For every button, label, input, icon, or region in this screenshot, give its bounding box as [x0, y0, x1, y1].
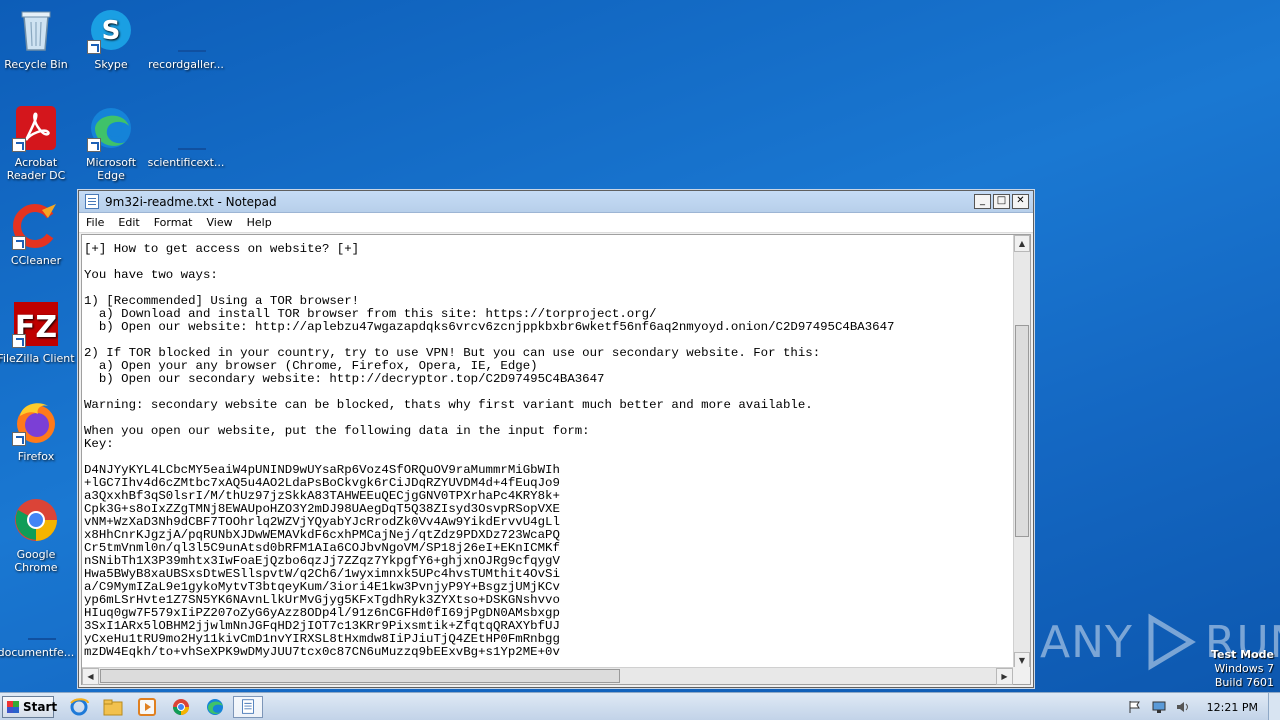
flag-icon[interactable]	[1127, 700, 1143, 714]
notepad-taskbar-icon	[242, 699, 254, 714]
desktop-icon-recordgallery[interactable]: recordgaller...	[147, 6, 225, 71]
test-mode-line3: Build 7601	[1214, 676, 1274, 689]
taskbar: Start 12:21 PM	[0, 692, 1280, 720]
maximize-button[interactable]: □	[993, 194, 1010, 209]
chrome-icon	[12, 496, 60, 544]
shortcut-arrow-icon	[87, 40, 101, 54]
desktop-icon-skype[interactable]: S Skype	[72, 6, 150, 71]
text-line: b) Open our secondary website: http://de…	[84, 372, 605, 386]
desktop-icon-firefox[interactable]: Firefox	[0, 398, 75, 463]
volume-icon[interactable]	[1175, 700, 1191, 714]
text-line: Key:	[84, 437, 114, 451]
menu-format[interactable]: Format	[147, 216, 200, 229]
menu-edit[interactable]: Edit	[111, 216, 146, 229]
scroll-right-arrow-icon[interactable]: ▶	[996, 668, 1013, 685]
shortcut-arrow-icon	[12, 236, 26, 250]
horizontal-scroll-thumb[interactable]	[100, 669, 620, 683]
text-line	[84, 256, 1013, 269]
file-explorer-icon[interactable]	[102, 697, 124, 717]
window-title: 9m32i-readme.txt - Notepad	[105, 194, 277, 209]
shortcut-arrow-icon	[87, 138, 101, 152]
start-button[interactable]: Start	[2, 696, 57, 718]
desktop-icon-label: documentfe...	[0, 646, 75, 659]
desktop-icon-label: Recycle Bin	[4, 58, 68, 71]
clock[interactable]: 12:21 PM	[1207, 701, 1258, 714]
firefox-icon	[12, 398, 60, 446]
blank-file-icon	[12, 594, 60, 642]
internet-explorer-icon[interactable]	[68, 697, 90, 717]
desktop-icon-chrome[interactable]: Google Chrome	[0, 496, 75, 574]
desktop-icon-documentfe[interactable]: documentfe...	[0, 594, 75, 659]
notepad-window: 9m32i-readme.txt - Notepad _ □ ✕ File Ed…	[78, 190, 1034, 688]
menu-view[interactable]: View	[200, 216, 240, 229]
desktop-icon-edge[interactable]: Microsoft Edge	[72, 104, 150, 182]
desktop-icon-scientificext[interactable]: scientificext...	[147, 104, 225, 169]
desktop-icon-label: Skype	[94, 58, 128, 71]
show-desktop-button[interactable]	[1268, 693, 1280, 720]
desktop-icon-label: FileZilla Client	[0, 352, 75, 365]
skype-icon: S	[87, 6, 135, 54]
text-line: [+] How to get access on website? [+]	[84, 243, 360, 256]
system-tray: 12:21 PM	[1123, 693, 1280, 720]
desktop-icon-label: Firefox	[17, 450, 55, 463]
title-bar[interactable]: 9m32i-readme.txt - Notepad _ □ ✕	[79, 191, 1033, 213]
test-mode-line1: Test Mode	[1211, 648, 1274, 661]
vertical-scroll-thumb[interactable]	[1015, 325, 1029, 537]
blank-file-icon	[162, 6, 210, 54]
text-line: Warning: secondary website can be blocke…	[84, 398, 813, 412]
text-line: When you open our website, put the follo…	[84, 424, 590, 438]
minimize-button[interactable]: _	[974, 194, 991, 209]
notepad-icon	[85, 194, 99, 209]
test-mode-notice: Test Mode Windows 7 Build 7601	[1211, 648, 1274, 690]
media-player-icon[interactable]	[136, 697, 158, 717]
edge-icon	[87, 104, 135, 152]
shortcut-arrow-icon	[12, 432, 26, 446]
vertical-scrollbar[interactable]: ▲ ▼	[1013, 235, 1030, 669]
text-editor[interactable]: [+] How to get access on website? [+] You…	[81, 234, 1031, 685]
desktop-icon-label: Google Chrome	[14, 548, 58, 574]
text-line: mzDW4Eqkh/to+vhSeXPK9wDMyJUU7tcx0c87CN6u…	[84, 645, 560, 659]
edge-taskbar-icon[interactable]	[204, 697, 226, 717]
shortcut-arrow-icon	[12, 334, 26, 348]
menu-help[interactable]: Help	[240, 216, 279, 229]
acrobat-icon	[12, 104, 60, 152]
text-line: You have two ways:	[84, 268, 218, 282]
svg-text:S: S	[102, 16, 121, 46]
desktop-icon-ccleaner[interactable]: CCleaner	[0, 202, 75, 267]
shortcut-arrow-icon	[12, 138, 26, 152]
menu-file[interactable]: File	[79, 216, 111, 229]
chrome-taskbar-icon[interactable]	[170, 697, 192, 717]
close-button[interactable]: ✕	[1012, 194, 1029, 209]
play-logo-icon	[1148, 613, 1196, 671]
recycle-bin-icon	[12, 6, 60, 54]
desktop-icon-label: Microsoft Edge	[85, 156, 137, 182]
ccleaner-icon	[12, 202, 60, 250]
blank-file-icon	[162, 104, 210, 152]
desktop-icon-acrobat[interactable]: Acrobat Reader DC	[0, 104, 75, 182]
watermark-text-left: ANY	[1040, 616, 1133, 668]
scroll-left-arrow-icon[interactable]: ◀	[82, 668, 99, 685]
desktop-icon-label: recordgaller...	[148, 58, 224, 71]
desktop-icon-recycle-bin[interactable]: Recycle Bin	[0, 6, 75, 71]
network-icon[interactable]	[1151, 700, 1167, 714]
test-mode-line2: Windows 7	[1214, 662, 1274, 675]
notepad-taskbar-button[interactable]	[233, 696, 263, 718]
desktop-icon-label: Acrobat Reader DC	[6, 156, 66, 182]
desktop-icon-label: CCleaner	[10, 254, 62, 267]
text-line: b) Open our website: http://aplebzu47wga…	[84, 320, 895, 334]
scroll-up-arrow-icon[interactable]: ▲	[1014, 235, 1030, 252]
desktop-icon-filezilla[interactable]: FZ FileZilla Client	[0, 300, 75, 365]
filezilla-icon: FZ	[12, 300, 60, 348]
desktop-icon-label: scientificext...	[147, 156, 225, 169]
horizontal-scrollbar[interactable]: ◀ ▶	[82, 667, 1013, 685]
resize-grip[interactable]	[1013, 667, 1030, 684]
menu-bar: File Edit Format View Help	[79, 213, 1033, 233]
text-content[interactable]: [+] How to get access on website? [+] You…	[84, 243, 1013, 668]
